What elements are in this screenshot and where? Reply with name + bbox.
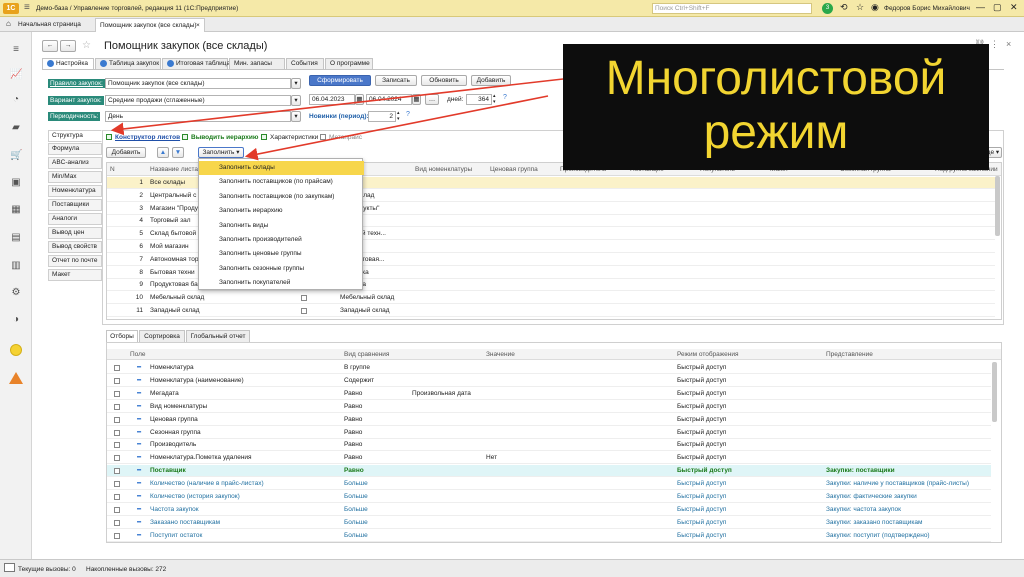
arrow-to-constructor bbox=[110, 78, 564, 136]
status-bar: Текущие вызовы: 0 Накопленные вызовы: 27… bbox=[0, 559, 1024, 577]
status-accum-calls: Накопленные вызовы: 272 bbox=[86, 566, 167, 573]
annotation-arrows bbox=[110, 78, 564, 161]
arrow-to-fill-button bbox=[244, 95, 549, 161]
status-window-icon[interactable] bbox=[4, 563, 15, 572]
status-current-calls: Текущие вызовы: 0 bbox=[18, 566, 76, 573]
